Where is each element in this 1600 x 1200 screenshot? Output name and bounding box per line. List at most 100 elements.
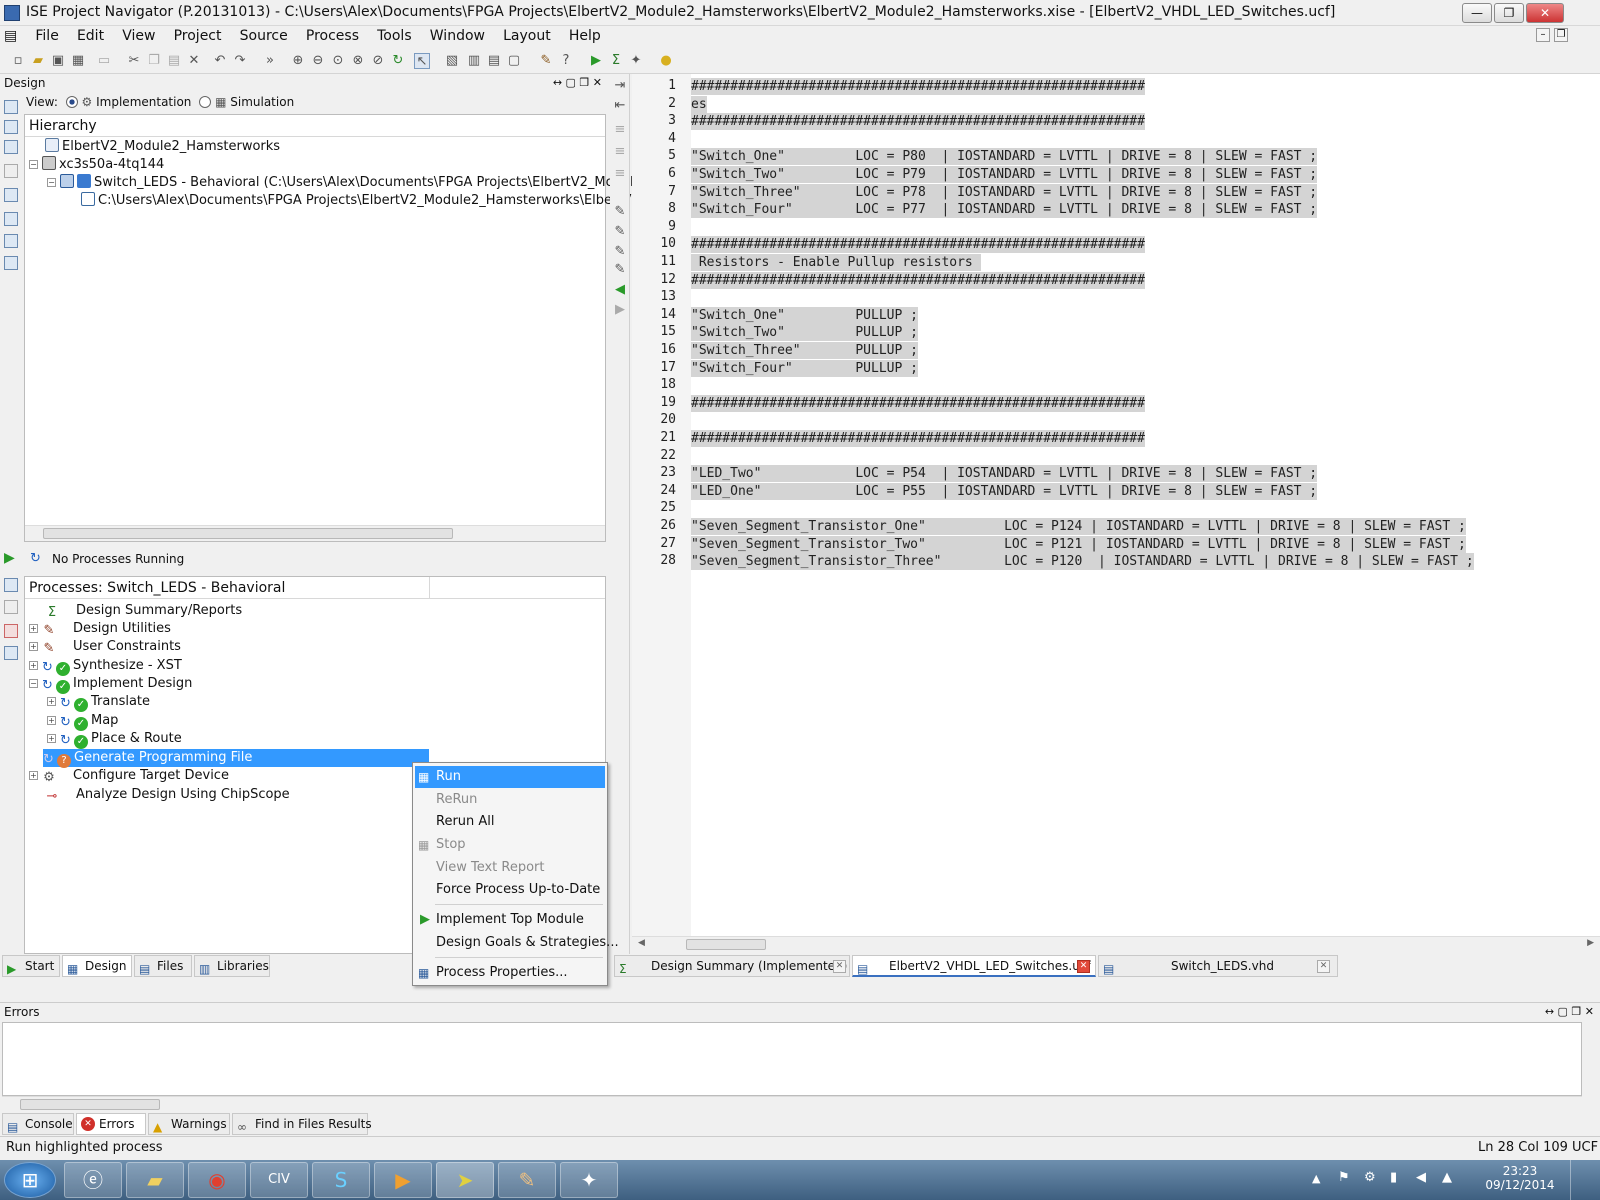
zoom-in-icon[interactable]: ⊕: [290, 53, 306, 69]
paint-icon[interactable]: ✎: [498, 1162, 556, 1198]
sidebar-clean-icon[interactable]: [4, 624, 18, 638]
expand-icon[interactable]: +: [29, 771, 38, 780]
mdi-restore-icon[interactable]: ❐: [1554, 28, 1568, 42]
doc-tab-ucf[interactable]: ▤ ElbertV2_VHDL_LED_Switches.ucf ✕: [852, 955, 1096, 977]
tab-design[interactable]: ▦ Design: [62, 955, 132, 977]
open-folder-icon[interactable]: ▰: [30, 53, 46, 69]
run-process-icon[interactable]: ▶: [4, 550, 15, 566]
civ-icon[interactable]: CIV: [250, 1162, 308, 1198]
editor-scroll-thumb[interactable]: [686, 939, 766, 950]
copy-icon[interactable]: ❐: [146, 53, 162, 69]
sidebar-table2-icon[interactable]: [4, 646, 18, 660]
menu-item-force-up-to-date[interactable]: Force Process Up-to-Date: [415, 879, 605, 901]
network-share-icon[interactable]: ⚙: [1364, 1170, 1376, 1185]
doc-tab-vhd[interactable]: ▤ Switch_LEDS.vhd ✕: [1098, 955, 1338, 977]
tree-item-top-module[interactable]: − Switch_LEDS - Behavioral (C:\Users\Alex…: [47, 174, 666, 192]
code-line[interactable]: Resistors - Enable Pullup resistors: [691, 254, 981, 271]
signal-icon[interactable]: ▮: [1390, 1170, 1397, 1185]
run-icon[interactable]: ▶: [588, 53, 604, 69]
sidebar-properties-icon[interactable]: [4, 212, 18, 226]
pointer-tool-icon[interactable]: ↖: [414, 53, 430, 69]
process-user-constraints[interactable]: + ✎ User Constraints: [29, 638, 181, 656]
tools-icon[interactable]: ✎: [538, 53, 554, 69]
sidebar-check-icon[interactable]: [4, 234, 18, 248]
cut-icon[interactable]: ✂: [126, 53, 142, 69]
code-line[interactable]: ########################################…: [691, 78, 1145, 95]
explorer-icon[interactable]: ▰: [126, 1162, 184, 1198]
code-line[interactable]: ########################################…: [691, 271, 1145, 289]
media-player-icon[interactable]: ▶: [374, 1162, 432, 1198]
sidebar-add-copy-icon[interactable]: [4, 140, 18, 154]
simulation-radio[interactable]: [199, 96, 212, 108]
indent-icon[interactable]: ⇥: [612, 78, 628, 94]
summary-icon[interactable]: Σ: [608, 53, 624, 69]
restore-button[interactable]: ❐: [1494, 3, 1524, 23]
tab-warnings[interactable]: ▲ Warnings: [148, 1113, 230, 1135]
sidebar-table-icon[interactable]: [4, 256, 18, 270]
process-translate[interactable]: + ↻ ✓ Translate: [47, 693, 150, 712]
probe-taskbar-icon[interactable]: ✦: [560, 1162, 618, 1198]
code-line[interactable]: "Switch_Four" LOC = P77 | IOSTANDARD = L…: [691, 201, 1318, 219]
sidebar-process-icon[interactable]: [4, 578, 18, 592]
menu-item-implement-top[interactable]: ▶ Implement Top Module: [415, 909, 605, 931]
undo-icon[interactable]: ↶: [212, 53, 228, 69]
tab-errors[interactable]: ✕ Errors: [76, 1113, 146, 1135]
expand-icon[interactable]: +: [47, 716, 56, 725]
redo-icon[interactable]: ↷: [232, 53, 248, 69]
print-icon[interactable]: ▭: [96, 53, 112, 69]
window-icon[interactable]: ▢: [506, 53, 522, 69]
menu-item-stop[interactable]: ▦ Stop: [415, 834, 605, 856]
comment-icon[interactable]: ≡: [612, 122, 628, 138]
process-implement-design[interactable]: − ↻ ✓ Implement Design: [29, 675, 192, 694]
expand-icon[interactable]: +: [29, 661, 38, 670]
tab-start[interactable]: ▶ Start: [2, 955, 60, 977]
code-line[interactable]: "LED_One" LOC = P55 | IOSTANDARD = LVTTL…: [691, 482, 1318, 500]
expand-icon[interactable]: +: [47, 734, 56, 743]
implementation-radio[interactable]: [65, 96, 78, 108]
menu-source[interactable]: Source: [233, 26, 295, 46]
save-icon[interactable]: ▣: [50, 53, 66, 69]
menu-layout[interactable]: Layout: [496, 26, 558, 46]
scroll-thumb[interactable]: [43, 528, 453, 539]
sidebar-file-icon[interactable]: [4, 188, 18, 202]
scroll-left-icon[interactable]: ◀: [638, 938, 645, 948]
sidebar-stop-icon[interactable]: [4, 600, 18, 614]
tile-horizontal-icon[interactable]: ▥: [466, 53, 482, 69]
menu-view[interactable]: View: [115, 26, 162, 46]
collapse-icon[interactable]: −: [29, 679, 38, 688]
bookmark-icon[interactable]: ≡: [612, 166, 628, 182]
menu-help[interactable]: Help: [562, 26, 608, 46]
menu-item-rerun[interactable]: ReRun: [415, 789, 605, 811]
process-map[interactable]: + ↻ ✓ Map: [47, 712, 118, 731]
zoom-full-icon[interactable]: ⊘: [370, 53, 386, 69]
code-line[interactable]: "LED_Two" LOC = P54 | IOSTANDARD = LVTTL…: [691, 465, 1318, 483]
code-line[interactable]: "Seven_Segment_Transistor_Three" LOC = P…: [691, 553, 1474, 571]
find-prev-icon[interactable]: ✎: [612, 244, 628, 260]
process-configure-target[interactable]: + ⚙ Configure Target Device: [29, 767, 229, 785]
code-line[interactable]: "Seven_Segment_Transistor_One" LOC = P12…: [691, 518, 1466, 535]
tab-libraries[interactable]: ▥ Libraries: [194, 955, 270, 977]
expand-icon[interactable]: +: [29, 624, 38, 633]
code-line[interactable]: "Seven_Segment_Transistor_Two" LOC = P12…: [691, 535, 1466, 553]
uncomment-icon[interactable]: ≡: [612, 144, 628, 160]
code-line[interactable]: "Switch_Two" PULLUP ;: [691, 324, 918, 342]
find-next-icon[interactable]: ✎: [612, 224, 628, 240]
editor-hscrollbar[interactable]: ◀ ▶: [632, 936, 1600, 952]
sidebar-add-source-icon[interactable]: [4, 120, 18, 134]
paste-icon[interactable]: ▤: [166, 53, 182, 69]
probe-icon[interactable]: ✦: [628, 53, 644, 69]
close-tab-icon[interactable]: ✕: [1077, 960, 1090, 973]
code-line[interactable]: "Switch_One" PULLUP ;: [691, 306, 918, 324]
minimize-button[interactable]: —: [1462, 3, 1492, 23]
menu-item-view-text-report[interactable]: View Text Report: [415, 857, 605, 879]
lightbulb-icon[interactable]: ●: [658, 53, 674, 69]
errors-output[interactable]: [2, 1022, 1582, 1096]
implementation-label[interactable]: Implementation: [96, 95, 191, 109]
menu-window[interactable]: Window: [423, 26, 492, 46]
tab-console[interactable]: ▤ Console: [2, 1113, 74, 1135]
close-tab-icon[interactable]: ✕: [1317, 960, 1330, 973]
clock[interactable]: 23:23 09/12/2014: [1482, 1164, 1558, 1192]
menu-project[interactable]: Project: [167, 26, 229, 46]
new-file-icon[interactable]: ▫: [10, 53, 26, 69]
delete-icon[interactable]: ✕: [186, 53, 202, 69]
